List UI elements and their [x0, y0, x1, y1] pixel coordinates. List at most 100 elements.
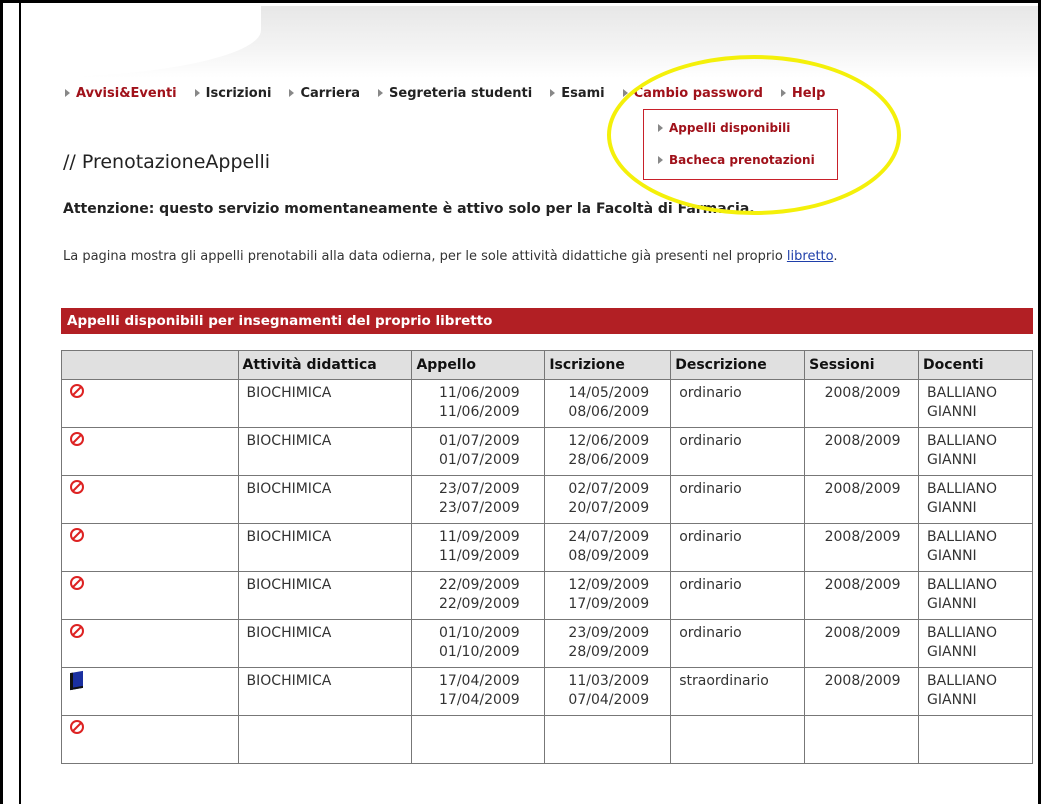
attivita-text: BIOCHIMICA [246, 577, 332, 593]
docente-name: GIANNI [927, 644, 977, 660]
column-header-iscrizione: Iscrizione [544, 350, 672, 380]
descrizione-cell: ordinario [670, 379, 806, 428]
iscrizione-date: 02/07/2009 [568, 481, 650, 497]
appello-date: 01/10/2009 [439, 625, 520, 641]
no-entry-icon[interactable] [70, 528, 84, 542]
docente-name: GIANNI [927, 596, 977, 612]
docente-surname: BALLIANO [927, 481, 998, 497]
table-header-row: Attività didattica Appello Iscrizione De… [61, 350, 1033, 380]
sessioni-cell: 2008/2009 [804, 523, 920, 572]
docente-name: GIANNI [927, 692, 977, 708]
no-entry-icon[interactable] [70, 480, 84, 494]
appello-date: 23/07/2009 [439, 481, 520, 497]
iscrizione-cell [544, 715, 672, 764]
table-row: BIOCHIMICA 11/09/2009 11/09/2009 24/07/20… [61, 523, 1033, 572]
sessioni-text: 2008/2009 [824, 481, 901, 497]
page-title: // PrenotazioneAppelli [63, 151, 271, 173]
appello-date: 11/06/2009 [439, 385, 520, 401]
status-cell[interactable] [61, 379, 239, 428]
nav-item-esami[interactable]: Esami [550, 86, 605, 101]
table-row: BIOCHIMICA 11/06/2009 11/06/2009 14/05/20… [61, 379, 1033, 428]
docente-name: GIANNI [927, 404, 977, 420]
nav-item-iscrizioni[interactable]: Iscrizioni [194, 86, 271, 101]
iscrizione-date: 23/09/2009 [568, 625, 650, 641]
menu-item-bacheca-prenotazioni[interactable]: Bacheca prenotazioni [644, 149, 837, 171]
intro-end: . [833, 249, 838, 264]
iscrizione-date: 12/06/2009 [568, 433, 650, 449]
column-header-sessioni: Sessioni [804, 350, 920, 380]
table-row: BIOCHIMICA 17/04/2009 17/04/2009 11/03/20… [61, 667, 1033, 716]
sessioni-text: 2008/2009 [824, 385, 901, 401]
no-entry-icon[interactable] [70, 624, 84, 638]
appello-cell: 11/09/2009 11/09/2009 [411, 523, 546, 572]
main-nav: Avvisi&Eventi Iscrizioni Carriera Segret… [65, 82, 843, 104]
iscrizione-date: 14/05/2009 [568, 385, 650, 401]
triangle-right-icon [622, 89, 628, 97]
docente-name: GIANNI [927, 452, 977, 468]
no-entry-icon[interactable] [70, 576, 84, 590]
appello-cell: 17/04/2009 17/04/2009 [411, 667, 546, 716]
warning-text: Attenzione: questo servizio momentaneame… [63, 201, 755, 217]
table-row [61, 715, 1033, 764]
nav-item-segreteria-studenti[interactable]: Segreteria studenti [378, 86, 532, 101]
attivita-cell: BIOCHIMICA [237, 619, 413, 668]
table-row: BIOCHIMICA 22/09/2009 22/09/2009 12/09/20… [61, 571, 1033, 620]
descrizione-text: ordinario [679, 529, 742, 545]
docente-surname: BALLIANO [927, 625, 998, 641]
attivita-text: BIOCHIMICA [246, 529, 332, 545]
appello-cell: 22/09/2009 22/09/2009 [411, 571, 546, 620]
status-cell[interactable] [61, 523, 239, 572]
appello-date: 11/06/2009 [439, 404, 520, 420]
docenti-cell: BALLIANO GIANNI [918, 667, 1033, 716]
nav-item-label: Carriera [300, 85, 361, 101]
docenti-cell [918, 715, 1033, 764]
status-cell[interactable] [61, 475, 239, 524]
triangle-right-icon [65, 89, 70, 97]
appello-cell: 01/07/2009 01/07/2009 [411, 427, 546, 476]
descrizione-cell: straordinario [670, 667, 806, 716]
status-cell[interactable] [61, 619, 239, 668]
appello-date: 11/09/2009 [439, 529, 520, 545]
nav-item-cambio-password[interactable]: Cambio password [622, 86, 763, 101]
nav-item-carriera[interactable]: Carriera [289, 86, 360, 101]
iscrizione-cell: 12/09/2009 17/09/2009 [544, 571, 672, 620]
sessioni-text: 2008/2009 [824, 529, 901, 545]
docente-name: GIANNI [927, 548, 977, 564]
menu-item-appelli-disponibili[interactable]: Appelli disponibili [644, 117, 837, 139]
docente-surname: BALLIANO [927, 433, 998, 449]
sessioni-text: 2008/2009 [824, 577, 901, 593]
status-cell[interactable] [61, 715, 239, 764]
descrizione-text: ordinario [679, 433, 742, 449]
appello-cell [411, 715, 546, 764]
libretto-link[interactable]: libretto [787, 249, 833, 264]
appello-cell: 11/06/2009 11/06/2009 [411, 379, 546, 428]
status-cell[interactable] [61, 667, 239, 716]
attivita-text: BIOCHIMICA [246, 481, 332, 497]
descrizione-cell: ordinario [670, 523, 806, 572]
descrizione-cell: ordinario [670, 571, 806, 620]
iscrizione-cell: 14/05/2009 08/06/2009 [544, 379, 672, 428]
iscrizione-cell: 02/07/2009 20/07/2009 [544, 475, 672, 524]
book-icon[interactable] [70, 670, 83, 691]
iscrizione-cell: 12/06/2009 28/06/2009 [544, 427, 672, 476]
no-entry-icon[interactable] [70, 432, 84, 446]
nav-item-label: Help [791, 85, 826, 101]
attivita-cell [237, 715, 413, 764]
iscrizione-date: 17/09/2009 [568, 596, 650, 612]
nav-item-help[interactable]: Help [780, 85, 826, 101]
docente-name: GIANNI [927, 500, 977, 516]
iscrizione-date: 12/09/2009 [568, 577, 650, 593]
status-cell[interactable] [61, 427, 239, 476]
column-header-icon [61, 350, 239, 380]
status-cell[interactable] [61, 571, 239, 620]
docenti-cell: BALLIANO GIANNI [918, 379, 1033, 428]
no-entry-icon[interactable] [70, 384, 84, 398]
descrizione-text: ordinario [679, 625, 742, 641]
iscrizione-date: 28/06/2009 [568, 452, 650, 468]
esami-dropdown-menu: Appelli disponibili Bacheca prenotazioni [643, 109, 838, 180]
nav-item-avvisi-eventi[interactable]: Avvisi&Eventi [65, 86, 177, 101]
iscrizione-date: 28/09/2009 [568, 644, 650, 660]
no-entry-icon[interactable] [70, 720, 84, 734]
iscrizione-date: 07/04/2009 [568, 692, 650, 708]
attivita-cell: BIOCHIMICA [237, 523, 413, 572]
